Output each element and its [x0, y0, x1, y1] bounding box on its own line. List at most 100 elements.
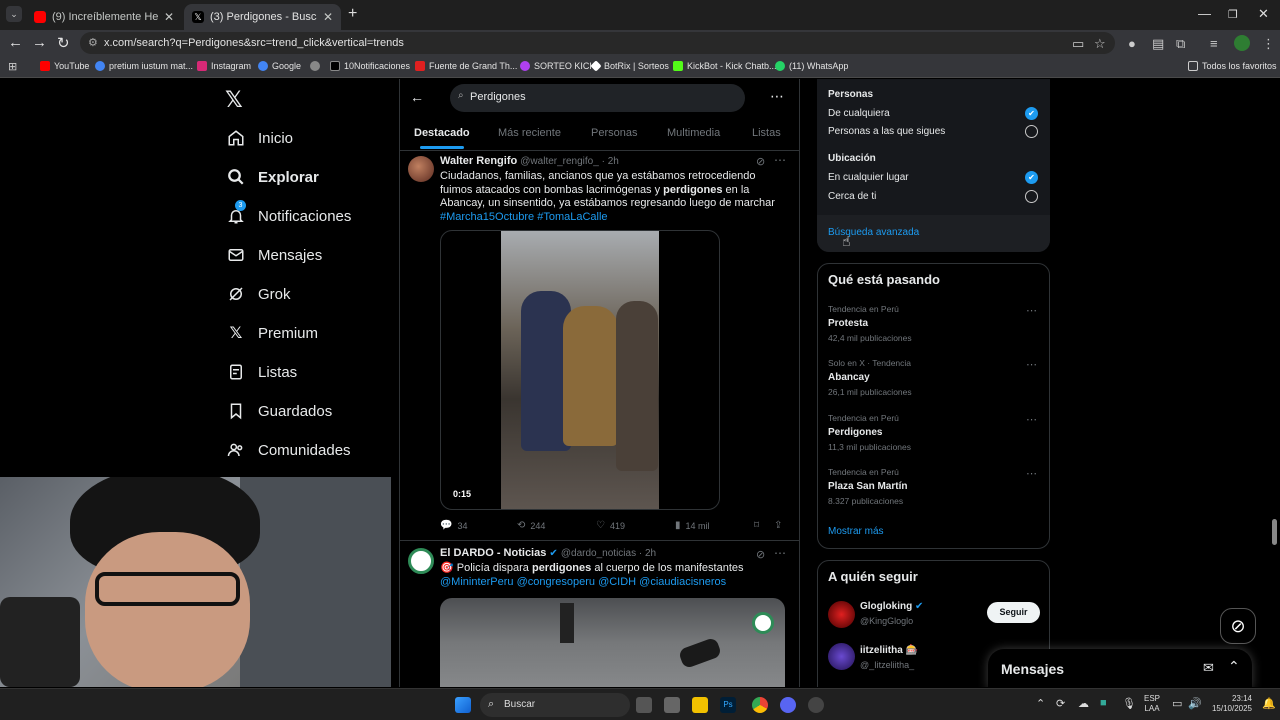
tab-personas[interactable]: Personas — [591, 127, 637, 139]
grok-icon[interactable]: ⊘ — [756, 155, 765, 168]
notification-bell-icon[interactable]: 🔔 — [1262, 697, 1276, 710]
tray-icon[interactable]: ■ — [1100, 697, 1107, 709]
minimize-icon[interactable]: — — [1198, 6, 1211, 21]
follow-button[interactable]: Seguir — [987, 602, 1040, 623]
back-arrow-icon[interactable]: ← — [410, 89, 424, 105]
avatar[interactable] — [408, 156, 434, 182]
share-button[interactable]: ⇪ — [774, 520, 787, 531]
trend-item[interactable]: Tendencia en Perú Protesta 42,4 mil publ… — [828, 304, 1038, 343]
tab-destacado[interactable]: Destacado — [414, 127, 470, 139]
option-anyone-label[interactable]: De cualquiera — [828, 108, 890, 119]
nav-grok[interactable]: Grok — [226, 284, 291, 304]
expand-icon[interactable]: ⌃ — [1228, 658, 1240, 675]
all-bookmarks[interactable]: Todos los favoritos — [1188, 61, 1277, 71]
avatar[interactable] — [828, 601, 855, 628]
app-icon[interactable] — [664, 697, 680, 713]
like-button[interactable]: ♡ 419 — [596, 520, 625, 531]
star-icon[interactable]: ☆ — [1094, 36, 1106, 52]
tab-search-button[interactable]: ⌄ — [6, 6, 22, 22]
bookmark-globe[interactable] — [310, 61, 324, 71]
tray-icon[interactable]: ⟳ — [1056, 697, 1065, 710]
reload-icon[interactable]: ↻ — [57, 34, 70, 52]
more-icon[interactable]: ⋯ — [1026, 304, 1037, 317]
tweet[interactable]: Walter Rengifo @walter_rengifo_ · 2h ⊘ ⋯… — [400, 151, 799, 541]
bookmark-gta[interactable]: Fuente de Grand Th... — [415, 61, 517, 71]
scrollbar[interactable] — [1272, 519, 1277, 545]
repost-button[interactable]: ⟲ 244 — [517, 520, 545, 531]
author-name[interactable]: El DARDO - Noticias — [440, 547, 546, 559]
tweet-hashtags[interactable]: #Marcha15Octubre #TomaLaCalle — [440, 211, 608, 223]
bookmark-instagram[interactable]: Instagram — [197, 61, 251, 71]
trend-item[interactable]: Solo en X · Tendencia Abancay 26,1 mil p… — [828, 358, 1038, 397]
nav-guardados[interactable]: Guardados — [226, 401, 332, 421]
more-icon[interactable]: ⋯ — [1026, 358, 1037, 371]
microphone-icon[interactable]: 🎙 — [1122, 697, 1136, 710]
nav-notificaciones[interactable]: 3 Notificaciones — [226, 200, 351, 226]
back-icon[interactable]: ← — [8, 34, 23, 51]
nav-listas[interactable]: Listas — [226, 362, 297, 382]
avatar[interactable] — [408, 548, 434, 574]
nav-explorar[interactable]: Explorar — [226, 167, 319, 187]
file-explorer-icon[interactable] — [692, 697, 708, 713]
trend-item[interactable]: Tendencia en Perú Plaza San Martín 8.327… — [828, 467, 1038, 506]
taskbar-search[interactable]: ⌕ Buscar — [480, 693, 630, 717]
more-icon[interactable]: ⋯ — [774, 546, 786, 560]
cast-icon[interactable]: ▭ — [1072, 36, 1084, 52]
avatar[interactable] — [828, 643, 855, 670]
nav-comunidades[interactable]: Comunidades — [226, 440, 351, 460]
more-icon[interactable]: ⋯ — [1026, 467, 1037, 480]
address-bar[interactable]: ⚙ x.com/search?q=Perdigones&src=trend_cl… — [80, 32, 1115, 54]
option-near-label[interactable]: Cerca de ti — [828, 191, 876, 202]
profile-avatar[interactable] — [1234, 35, 1250, 51]
bookmark-youtube[interactable]: YouTube — [40, 61, 89, 71]
close-tab-icon[interactable]: ✕ — [323, 10, 333, 24]
views-button[interactable]: ▮ 14 mil — [675, 520, 710, 531]
more-icon[interactable]: ⋯ — [774, 153, 786, 167]
search-input[interactable]: ⌕ Perdigones — [450, 84, 745, 112]
site-info-icon[interactable]: ⚙ — [88, 36, 98, 49]
author-handle[interactable]: @dardo_noticias · 2h — [561, 548, 656, 559]
bookmark-whatsapp[interactable]: (11) WhatsApp — [775, 61, 848, 71]
menu-icon[interactable]: ⋮ — [1262, 36, 1275, 52]
restore-icon[interactable]: ❐ — [1228, 8, 1238, 21]
cloud-icon[interactable]: ☁ — [1078, 697, 1089, 710]
nav-mensajes[interactable]: Mensajes — [226, 245, 322, 265]
show-more-link[interactable]: Mostrar más — [828, 526, 884, 537]
author-handle[interactable]: @walter_rengifo_ · 2h — [520, 156, 619, 167]
network-icon[interactable]: ▭ — [1172, 697, 1182, 710]
close-window-icon[interactable]: ✕ — [1258, 6, 1269, 22]
language-indicator[interactable]: ESP LAA — [1144, 694, 1160, 714]
grok-floating-button[interactable]: ⊘ — [1220, 608, 1256, 644]
chevron-up-icon[interactable]: ⌃ — [1036, 697, 1045, 710]
bookmark-google[interactable]: Google — [258, 61, 301, 71]
messages-drawer[interactable]: Mensajes ✉ ⌃ — [988, 649, 1252, 687]
tweet-mentions[interactable]: @MininterPeru @congresoperu @CIDH @ciaud… — [440, 576, 726, 588]
tweet-image[interactable] — [440, 598, 785, 687]
author-name[interactable]: Walter Rengifo — [440, 155, 517, 167]
clock[interactable]: 23:14 15/10/2025 — [1206, 694, 1252, 714]
tab-multimedia[interactable]: Multimedia — [667, 127, 720, 139]
option-following-radio[interactable] — [1025, 125, 1038, 138]
x-logo-icon[interactable]: 𝕏 — [225, 87, 243, 113]
reply-button[interactable]: 💬 34 — [440, 520, 467, 531]
option-anywhere-label[interactable]: En cualquier lugar — [828, 172, 909, 183]
option-following-label[interactable]: Personas a las que sigues — [828, 126, 945, 137]
new-tab-button[interactable]: + — [348, 5, 357, 23]
option-anyone-radio[interactable]: ✔ — [1025, 107, 1038, 120]
option-near-radio[interactable] — [1025, 190, 1038, 203]
volume-icon[interactable]: 🔊 — [1188, 697, 1202, 710]
follow-name[interactable]: iitzeliitha 🎰 — [860, 645, 918, 656]
bookmark-botrix[interactable]: BotRix | Sorteos — [590, 60, 669, 72]
bookmark-pretium[interactable]: pretium iustum mat... — [95, 61, 193, 71]
task-view-icon[interactable] — [636, 697, 652, 713]
tweet-video[interactable]: 0:15 — [440, 230, 720, 510]
browser-tab-youtube[interactable]: (9) Increíblemente Hermosa . M ✕ — [26, 4, 182, 30]
more-options-icon[interactable]: ⋯ — [770, 88, 784, 105]
forward-icon[interactable]: → — [32, 34, 47, 51]
bookmark-10notificaciones[interactable]: 10Notificaciones — [330, 61, 410, 71]
new-message-icon[interactable]: ✉ — [1203, 660, 1214, 676]
app-icon[interactable] — [808, 697, 824, 713]
apps-icon[interactable]: ⊞ — [8, 60, 17, 73]
tweet[interactable]: El DARDO - Noticias ✔ @dardo_noticias · … — [400, 541, 799, 687]
option-anywhere-radio[interactable]: ✔ — [1025, 171, 1038, 184]
